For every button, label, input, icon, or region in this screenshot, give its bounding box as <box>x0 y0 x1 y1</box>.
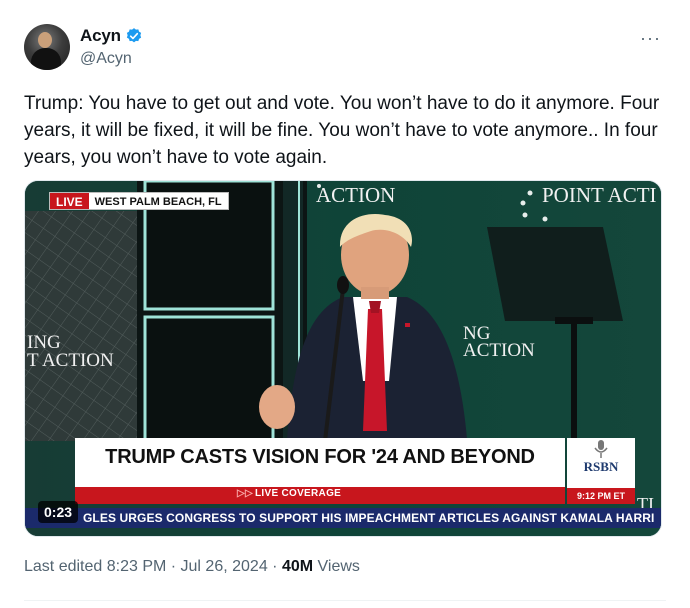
video-timer: 0:23 <box>38 501 79 523</box>
verified-badge-icon <box>126 28 142 43</box>
author-handle[interactable]: @Acyn <box>80 50 132 68</box>
tweet-text: Trump: You have to get out and vote. You… <box>24 93 660 168</box>
news-chyron: TRUMP CASTS VISION FOR '24 AND BEYOND <box>75 438 565 490</box>
edited-timestamp[interactable]: Last edited 8:23 PM · Jul 26, 2024 · <box>24 558 282 575</box>
network-logo-text: RSBN <box>583 459 619 474</box>
chyron-headline: TRUMP CASTS VISION FOR '24 AND BEYOND <box>105 446 535 468</box>
backdrop-text-top-right: POINT ACTI <box>542 183 657 207</box>
play-arrows-icon: ▷▷ <box>237 488 253 499</box>
news-ticker: GLES URGES CONGRESS TO SUPPORT HIS IMPEA… <box>25 508 661 528</box>
more-options-icon[interactable]: ··· <box>640 28 661 49</box>
live-label: LIVE <box>50 193 89 209</box>
broadcast-time: 9:12 PM ET <box>567 488 635 504</box>
live-coverage-label: ▷▷ LIVE COVERAGE <box>237 488 341 499</box>
location-label: WEST PALM BEACH, FL <box>94 196 222 208</box>
network-logo-box: RSBN <box>567 438 635 488</box>
avatar-torso-shape <box>31 48 61 70</box>
backdrop-text-top-center: ACTION <box>316 183 396 207</box>
backdrop-text-mid-2: ACTION <box>463 340 535 361</box>
microphone-icon <box>594 440 608 458</box>
video-player[interactable]: LIVE WEST PALM BEACH, FL ACTION POINT AC… <box>24 180 662 537</box>
author-name[interactable]: Acyn <box>80 26 121 46</box>
tweet-meta: Last edited 8:23 PM · Jul 26, 2024 · 40M… <box>24 558 360 576</box>
views-count[interactable]: 40M <box>282 558 313 575</box>
backdrop-text-left-2: T ACTION <box>27 350 114 371</box>
divider <box>24 600 666 601</box>
author-avatar[interactable] <box>24 24 70 70</box>
live-coverage-text: LIVE COVERAGE <box>254 488 342 499</box>
avatar-head-shape <box>38 32 52 48</box>
ticker-text: GLES URGES CONGRESS TO SUPPORT HIS IMPEA… <box>83 511 655 525</box>
views-label: Views <box>313 558 360 575</box>
live-badge: LIVE WEST PALM BEACH, FL <box>49 192 229 210</box>
